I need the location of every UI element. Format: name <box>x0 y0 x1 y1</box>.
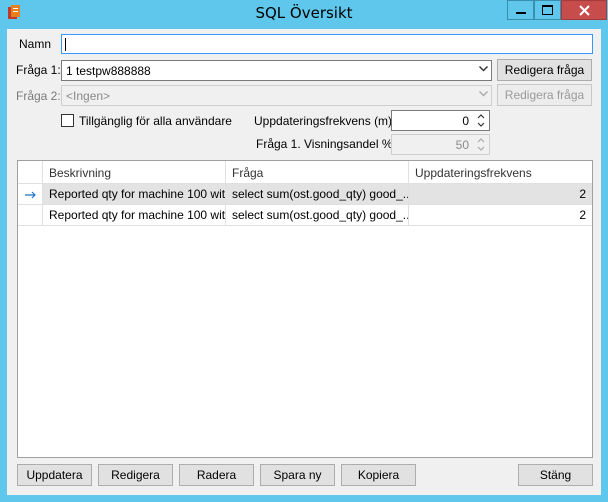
fraga2-label: Fråga 2: <box>16 89 61 103</box>
spin-arrows-icon[interactable] <box>474 135 488 154</box>
kopiera-button[interactable]: Kopiera <box>341 464 416 486</box>
fraga2-select[interactable]: <Ingen> <box>61 85 492 106</box>
column-header-beskrivning[interactable]: Beskrivning <box>43 161 226 184</box>
spin-arrows-icon[interactable] <box>474 111 488 130</box>
window: SQL Översikt Namn Fråga 1: 1 testpw88888… <box>0 0 608 502</box>
maximize-icon <box>542 5 553 15</box>
namn-label: Namn <box>19 37 52 51</box>
text-caret <box>65 38 66 51</box>
chevron-down-icon <box>479 91 488 97</box>
chevron-down-icon <box>479 66 488 72</box>
minimize-button[interactable] <box>507 0 534 20</box>
uppdateringsfrekvens-value: 0 <box>462 114 469 128</box>
grid-corner-header <box>18 161 43 184</box>
row-header[interactable] <box>18 205 43 226</box>
visningsandel-spinner[interactable]: 50 <box>391 134 490 155</box>
uppdatera-button[interactable]: Uppdatera <box>17 464 92 486</box>
tillganglig-label: Tillgänglig för alla användare <box>79 114 232 128</box>
namn-input[interactable] <box>61 34 593 54</box>
cell-uppdateringsfrekvens[interactable]: 2 <box>409 205 592 226</box>
redigera-fraga-1-button[interactable]: Redigera fråga <box>497 59 592 81</box>
cell-uppdateringsfrekvens[interactable]: 2 <box>409 184 592 205</box>
redigera-button[interactable]: Redigera <box>98 464 173 486</box>
column-header-fraga[interactable]: Fråga <box>226 161 409 184</box>
stang-button[interactable]: Stäng <box>518 464 593 486</box>
fraga1-label: Fråga 1: <box>16 63 61 77</box>
cell-fraga[interactable]: select sum(ost.good_qty) good_... <box>226 205 409 226</box>
column-header-uppdateringsfrekvens[interactable]: Uppdateringsfrekvens <box>409 161 592 184</box>
cell-beskrivning[interactable]: Reported qty for machine 100 wit... <box>43 184 226 205</box>
uppdateringsfrekvens-spinner[interactable]: 0 <box>391 110 490 131</box>
title-bar[interactable]: SQL Översikt <box>0 0 608 26</box>
spara-ny-button[interactable]: Spara ny <box>260 464 335 486</box>
tillganglig-checkbox[interactable] <box>61 114 74 127</box>
fraga1-select[interactable]: 1 testpw888888 <box>61 60 492 81</box>
fraga2-value: <Ingen> <box>66 89 111 103</box>
queries-grid[interactable]: Beskrivning Fråga Uppdateringsfrekvens R… <box>17 160 593 458</box>
cell-beskrivning[interactable]: Reported qty for machine 100 wit... <box>43 205 226 226</box>
radera-button[interactable]: Radera <box>179 464 254 486</box>
visningsandel-label: Fråga 1. Visningsandel % <box>256 137 393 151</box>
uppdateringsfrekvens-label: Uppdateringsfrekvens (m) <box>254 114 393 128</box>
row-header[interactable] <box>18 184 43 205</box>
minimize-icon <box>515 12 526 14</box>
redigera-fraga-2-button[interactable]: Redigera fråga <box>497 84 592 106</box>
close-icon <box>578 4 590 16</box>
arrow-right-icon <box>25 191 36 199</box>
close-button[interactable] <box>561 0 607 20</box>
fraga1-value: 1 testpw888888 <box>66 64 151 78</box>
cell-fraga[interactable]: select sum(ost.good_qty) good_... <box>226 184 409 205</box>
visningsandel-value: 50 <box>455 138 469 152</box>
dialog-body: Namn Fråga 1: 1 testpw888888 Redigera fr… <box>7 29 601 495</box>
maximize-button[interactable] <box>534 0 561 20</box>
